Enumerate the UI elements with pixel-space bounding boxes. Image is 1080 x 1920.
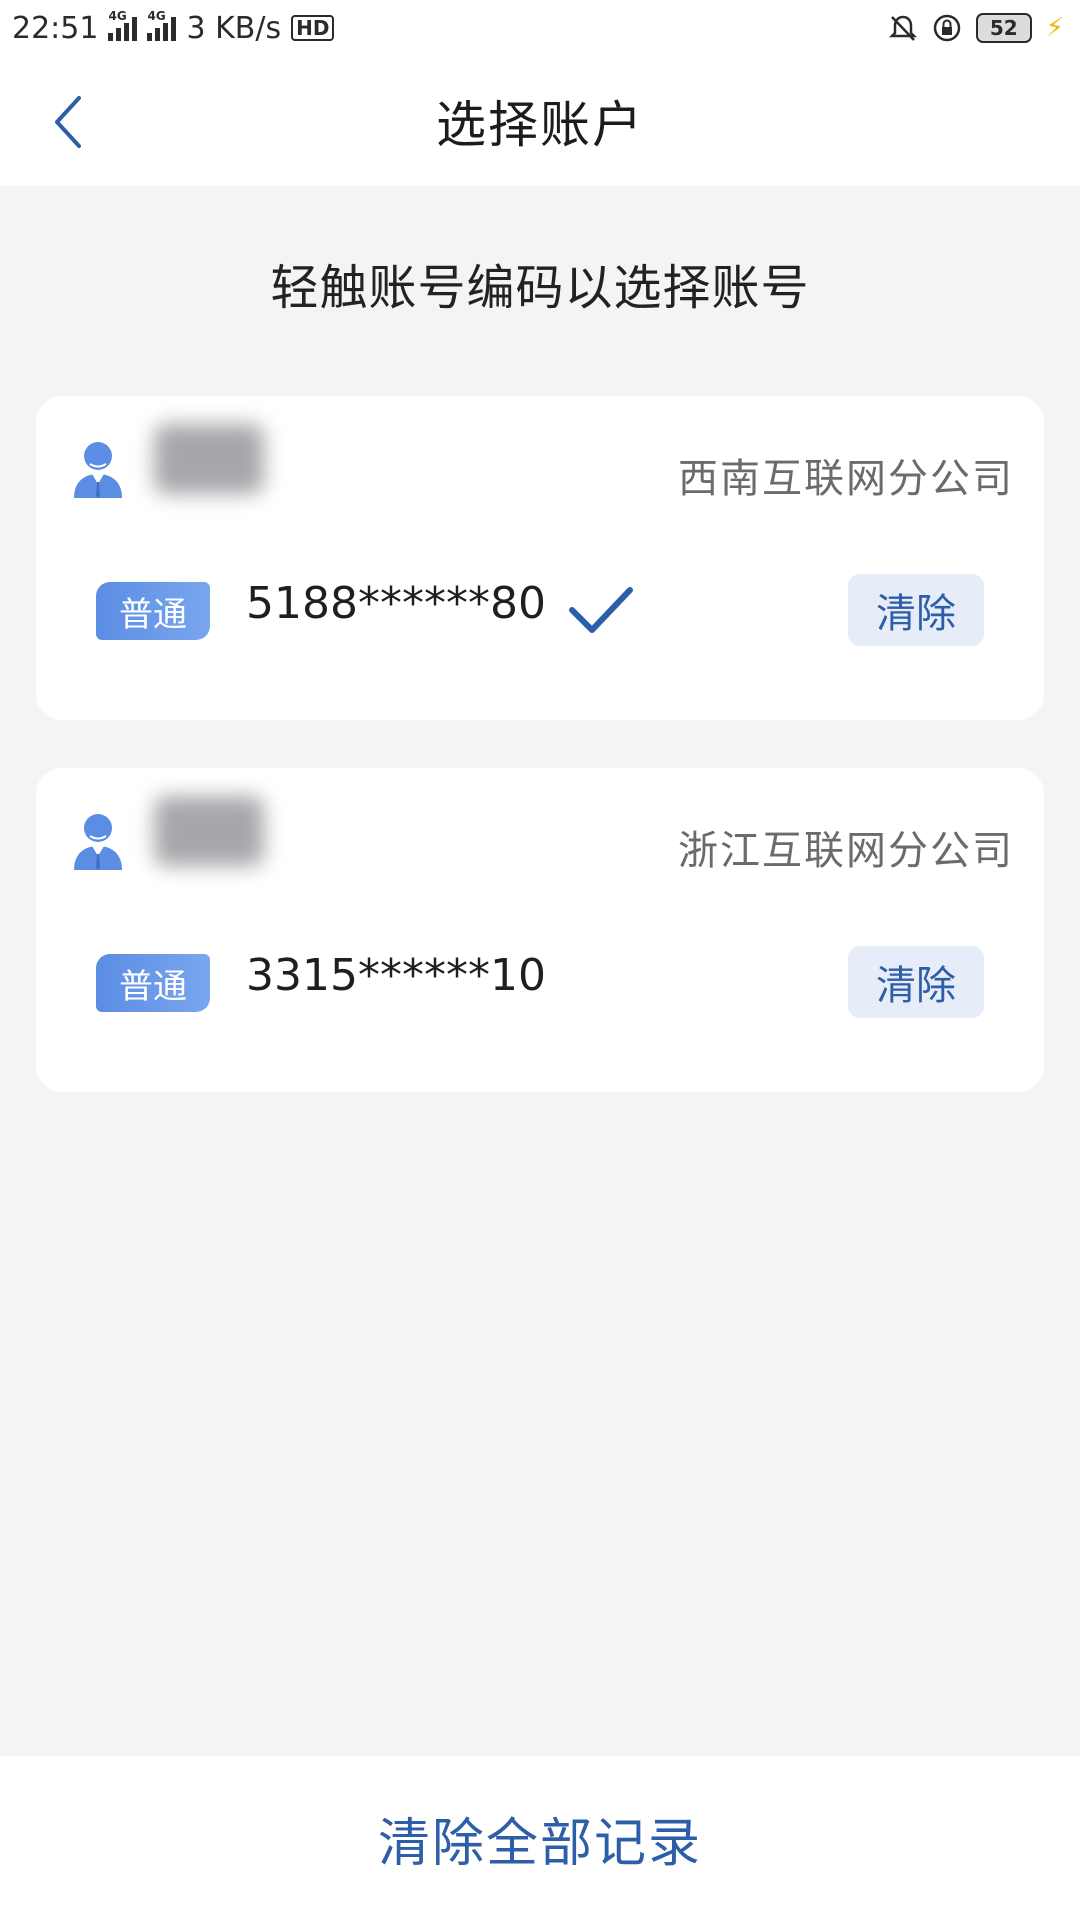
hd-icon: HD	[291, 15, 335, 41]
checkmark-icon	[569, 587, 633, 633]
bottom-bar: 清除全部记录	[0, 1756, 1080, 1920]
redacted-name	[154, 424, 264, 494]
account-type-badge: 普通	[96, 582, 210, 640]
network-speed: 3 KB/s	[186, 10, 282, 46]
clear-button[interactable]: 清除	[848, 574, 984, 646]
status-bar: 22:51 4G 4G 3 KB/s HD 52 ⚡	[0, 0, 1080, 56]
user-avatar-icon	[74, 442, 122, 498]
charging-icon: ⚡	[1045, 13, 1064, 43]
nav-bar: 选择账户	[0, 56, 1080, 186]
user-avatar-icon	[74, 814, 122, 870]
page-title: 选择账户	[436, 96, 644, 154]
back-button[interactable]	[38, 92, 98, 152]
account-number[interactable]: 5188******80	[246, 578, 546, 629]
status-time: 22:51	[12, 10, 99, 46]
clear-button[interactable]: 清除	[848, 946, 984, 1018]
instruction-text: 轻触账号编码以选择账号	[270, 260, 810, 316]
clear-all-button[interactable]: 清除全部记录	[372, 1800, 708, 1877]
muted-bell-icon	[888, 15, 917, 41]
signal-icon: 4G	[108, 9, 138, 41]
company-name: 西南互联网分公司	[678, 456, 1014, 502]
account-number[interactable]: 3315******10	[246, 950, 546, 1001]
signal-icon: 4G	[147, 9, 177, 41]
account-type-badge: 普通	[96, 954, 210, 1012]
redacted-name	[154, 796, 264, 866]
company-name: 浙江互联网分公司	[678, 828, 1014, 874]
chevron-left-icon	[55, 96, 81, 148]
account-card[interactable]: 浙江互联网分公司 普通 3315******10 清除	[36, 768, 1044, 1092]
account-card[interactable]: 西南互联网分公司 普通 5188******80 清除	[36, 396, 1044, 720]
rotation-lock-icon	[933, 14, 960, 42]
battery-icon: 52	[975, 13, 1032, 43]
